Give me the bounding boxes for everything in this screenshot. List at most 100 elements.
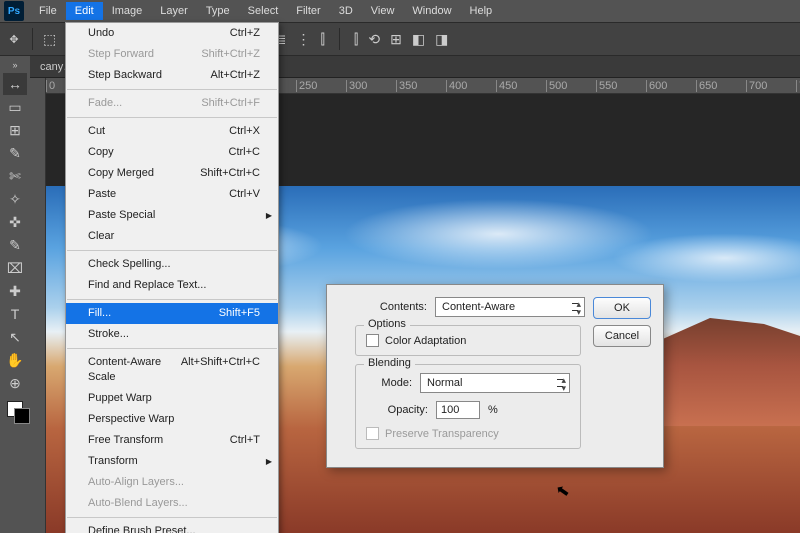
menu-separator [67, 250, 277, 251]
menu-item-label: Puppet Warp [88, 391, 152, 406]
preserve-transparency-label: Preserve Transparency [385, 428, 499, 440]
opacity-input[interactable]: 100 [436, 401, 480, 419]
menu-item-label: Fill... [88, 306, 111, 321]
color-adaptation-checkbox[interactable]: Color Adaptation [366, 334, 570, 347]
menu-item-stroke[interactable]: Stroke... [66, 324, 278, 345]
tool-12[interactable]: ✋ [3, 349, 27, 371]
menu-item-puppet-warp[interactable]: Puppet Warp [66, 388, 278, 409]
menu-item-fill[interactable]: Fill...Shift+F5 [66, 303, 278, 324]
menu-file[interactable]: File [30, 2, 66, 20]
menu-item-label: Perspective Warp [88, 412, 174, 427]
blending-legend: Blending [364, 357, 415, 369]
tool-6[interactable]: ✜ [3, 211, 27, 233]
menu-item-paste-special[interactable]: Paste Special [66, 205, 278, 226]
menu-item-clear[interactable]: Clear [66, 226, 278, 247]
menu-item-shortcut: Shift+Ctrl+Z [201, 47, 260, 62]
menu-item-find-and-replace-text[interactable]: Find and Replace Text... [66, 275, 278, 296]
menu-separator [67, 299, 277, 300]
edit-menu-dropdown: UndoCtrl+ZStep ForwardShift+Ctrl+ZStep B… [65, 22, 279, 533]
tool-7[interactable]: ✎ [3, 234, 27, 256]
menu-select[interactable]: Select [239, 2, 288, 20]
menu-3d[interactable]: 3D [330, 2, 362, 20]
vertical-ruler [30, 78, 46, 533]
menu-item-content-aware-scale[interactable]: Content-Aware ScaleAlt+Shift+Ctrl+C [66, 352, 278, 388]
dropdown-caret-icon: ▴▾ [576, 300, 581, 316]
option-icon-0[interactable]: ⬚ [43, 32, 56, 46]
menu-item-label: Copy Merged [88, 166, 154, 181]
tool-13[interactable]: ⊕ [3, 372, 27, 394]
menu-item-shortcut: Ctrl+V [229, 187, 260, 202]
menu-item-undo[interactable]: UndoCtrl+Z [66, 23, 278, 44]
ok-button[interactable]: OK [593, 297, 651, 319]
menu-item-label: Cut [88, 124, 105, 139]
menu-item-fade: Fade...Shift+Ctrl+F [66, 93, 278, 114]
tool-10[interactable]: T [3, 303, 27, 325]
panel-grip-icon: » [12, 60, 17, 70]
tool-11[interactable]: ↖ [3, 326, 27, 348]
tool-0[interactable]: ↔ [3, 73, 27, 95]
menu-item-label: Free Transform [88, 433, 163, 448]
option-icon-12[interactable]: ⫿ [354, 32, 358, 46]
menu-item-shortcut: Ctrl+T [230, 433, 260, 448]
menu-separator [67, 348, 277, 349]
menu-item-label: Copy [88, 145, 114, 160]
menu-item-paste[interactable]: Paste Ctrl+V [66, 184, 278, 205]
menu-item-label: Find and Replace Text... [88, 278, 206, 293]
menu-edit[interactable]: Edit [66, 2, 103, 20]
tool-3[interactable]: ✎ [3, 142, 27, 164]
option-icon-15[interactable]: ◧ [412, 32, 425, 46]
option-icon-11[interactable]: ⫿ [320, 32, 324, 46]
dropdown-caret-icon: ▴▾ [561, 376, 566, 392]
contents-select[interactable]: Content-Aware ▴▾ [435, 297, 585, 317]
ruler-tick: 500 [546, 80, 567, 92]
ruler-tick: 450 [496, 80, 517, 92]
menu-layer[interactable]: Layer [151, 2, 197, 20]
tool-9[interactable]: ✚ [3, 280, 27, 302]
menu-help[interactable]: Help [461, 2, 502, 20]
options-legend: Options [364, 318, 410, 330]
menu-window[interactable]: Window [403, 2, 460, 20]
app-logo: Ps [4, 1, 24, 21]
menu-view[interactable]: View [362, 2, 404, 20]
checkbox-icon[interactable] [366, 334, 379, 347]
contents-label: Contents: [339, 301, 435, 313]
menu-item-step-backward[interactable]: Step BackwardAlt+Ctrl+Z [66, 65, 278, 86]
tool-1[interactable]: ▭ [3, 96, 27, 118]
ruler-tick: 550 [596, 80, 617, 92]
option-icon-16[interactable]: ◨ [435, 32, 448, 46]
color-swatches[interactable] [7, 401, 23, 417]
menu-item-check-spelling[interactable]: Check Spelling... [66, 254, 278, 275]
menu-item-label: Check Spelling... [88, 257, 171, 272]
contents-value: Content-Aware [442, 301, 515, 313]
menu-image[interactable]: Image [103, 2, 152, 20]
menubar: Ps FileEditImageLayerTypeSelectFilter3DV… [0, 0, 800, 22]
menu-item-cut[interactable]: CutCtrl+X [66, 121, 278, 142]
menu-item-free-transform[interactable]: Free Transform Ctrl+T [66, 430, 278, 451]
preserve-transparency-checkbox: Preserve Transparency [366, 427, 570, 440]
menu-item-define-brush-preset[interactable]: Define Brush Preset... [66, 521, 278, 533]
menu-item-transform[interactable]: Transform [66, 451, 278, 472]
fill-dialog: OK Cancel Contents: Content-Aware ▴▾ Opt… [326, 284, 664, 468]
option-icon-13[interactable]: ⟲ [368, 32, 380, 46]
menu-item-copy[interactable]: CopyCtrl+C [66, 142, 278, 163]
tool-8[interactable]: ⌧ [3, 257, 27, 279]
ruler-tick: 400 [446, 80, 467, 92]
menu-item-shortcut: Alt+Ctrl+Z [210, 68, 260, 83]
tool-2[interactable]: ⊞ [3, 119, 27, 141]
menu-item-perspective-warp[interactable]: Perspective Warp [66, 409, 278, 430]
menu-type[interactable]: Type [197, 2, 239, 20]
tool-5[interactable]: ✧ [3, 188, 27, 210]
menu-item-label: Paste [88, 187, 116, 202]
ruler-tick: 300 [346, 80, 367, 92]
option-icon-10[interactable]: ⋮ [296, 32, 310, 46]
mode-select[interactable]: Normal ▴▾ [420, 373, 570, 393]
tool-4[interactable]: ✄ [3, 165, 27, 187]
cancel-button[interactable]: Cancel [593, 325, 651, 347]
option-icon-14[interactable]: ⊞ [390, 32, 402, 46]
menu-item-shortcut: Shift+Ctrl+C [200, 166, 260, 181]
menu-separator [67, 517, 277, 518]
menu-filter[interactable]: Filter [287, 2, 329, 20]
menu-separator [67, 117, 277, 118]
menu-item-label: Fade... [88, 96, 122, 111]
menu-item-copy-merged[interactable]: Copy Merged Shift+Ctrl+C [66, 163, 278, 184]
